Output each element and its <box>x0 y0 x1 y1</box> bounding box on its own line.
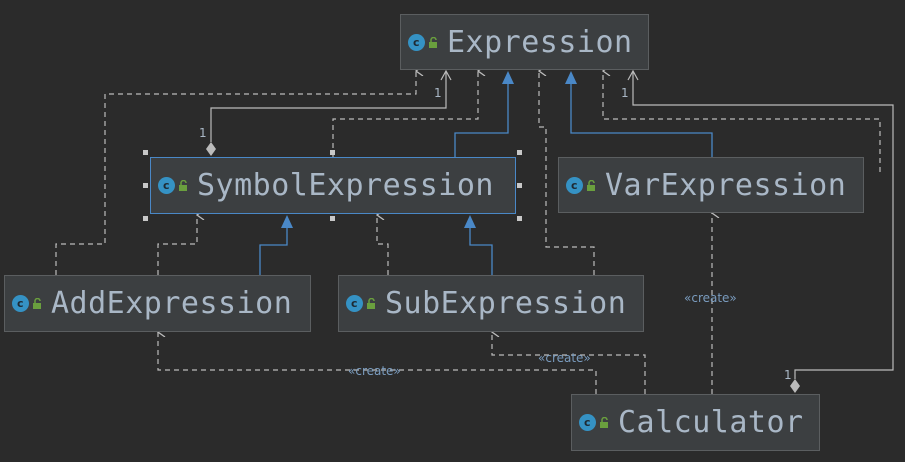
multiplicity-label: 1 <box>434 86 442 100</box>
class-name: SubExpression <box>385 286 627 321</box>
class-calculator[interactable]: c Calculator <box>571 394 820 451</box>
class-expression[interactable]: c Expression <box>400 14 649 70</box>
unlocked-lock-icon <box>587 179 595 191</box>
unlocked-lock-icon <box>429 36 437 48</box>
inheritance-arrowhead <box>464 215 476 228</box>
unlocked-lock-icon <box>367 298 375 309</box>
unlocked-lock-icon <box>600 417 608 428</box>
dependency-sub-to-symbol[interactable] <box>377 215 389 275</box>
composition-symbol-to-expression[interactable] <box>210 71 447 142</box>
class-c-icon: c <box>12 295 29 312</box>
inheritance-arrowhead <box>281 215 293 228</box>
class-c-icon: c <box>346 295 363 312</box>
class-name: VarExpression <box>605 167 847 203</box>
create-label: «create» <box>348 364 401 378</box>
selection-handle[interactable] <box>143 183 148 188</box>
class-var-expression[interactable]: c VarExpression <box>558 157 864 213</box>
inheritance-arrowhead <box>502 71 514 84</box>
multiplicity-label: 1 <box>199 126 207 140</box>
multiplicity-label: 1 <box>784 368 792 382</box>
selection-handle[interactable] <box>517 150 522 155</box>
create-label: «create» <box>538 351 591 365</box>
class-add-expression[interactable]: c AddExpression <box>4 275 311 332</box>
inheritance-symbol-to-expression[interactable] <box>454 84 509 157</box>
unlocked-lock-icon <box>33 298 41 309</box>
inheritance-add-to-symbol[interactable] <box>259 228 288 275</box>
unlocked-lock-icon <box>179 180 187 191</box>
inheritance-var-to-expression[interactable] <box>570 84 713 157</box>
selection-handle[interactable] <box>143 150 148 155</box>
class-name: Calculator <box>618 405 804 440</box>
class-c-icon: c <box>566 176 583 194</box>
uml-class-diagram: c Expression c SymbolExpression c VarExp… <box>0 0 905 462</box>
class-name: Expression <box>447 24 633 60</box>
composition-calculator-to-expression[interactable] <box>632 71 894 379</box>
selection-handle[interactable] <box>143 216 148 221</box>
create-calculator-to-add[interactable] <box>158 332 597 394</box>
class-c-icon: c <box>579 414 596 431</box>
selection-handle[interactable] <box>330 216 335 221</box>
multiplicity-label: 1 <box>621 86 629 100</box>
selection-handle[interactable] <box>517 183 522 188</box>
inheritance-sub-to-symbol[interactable] <box>469 228 493 275</box>
inheritance-arrowhead <box>565 71 577 84</box>
dependency-add-to-symbol[interactable] <box>157 215 197 275</box>
class-c-icon: c <box>408 33 425 51</box>
class-name: AddExpression <box>51 286 293 321</box>
class-name: SymbolExpression <box>197 168 494 203</box>
class-c-icon: c <box>158 177 175 194</box>
class-sub-expression[interactable]: c SubExpression <box>338 275 644 332</box>
selection-handle[interactable] <box>517 216 522 221</box>
selection-handle[interactable] <box>330 150 335 155</box>
dependency-symbol-to-expression[interactable] <box>332 71 478 157</box>
composition-diamond <box>206 142 216 156</box>
create-label: «create» <box>684 291 737 305</box>
composition-edges <box>206 69 894 393</box>
class-symbol-expression[interactable]: c SymbolExpression <box>150 157 516 214</box>
